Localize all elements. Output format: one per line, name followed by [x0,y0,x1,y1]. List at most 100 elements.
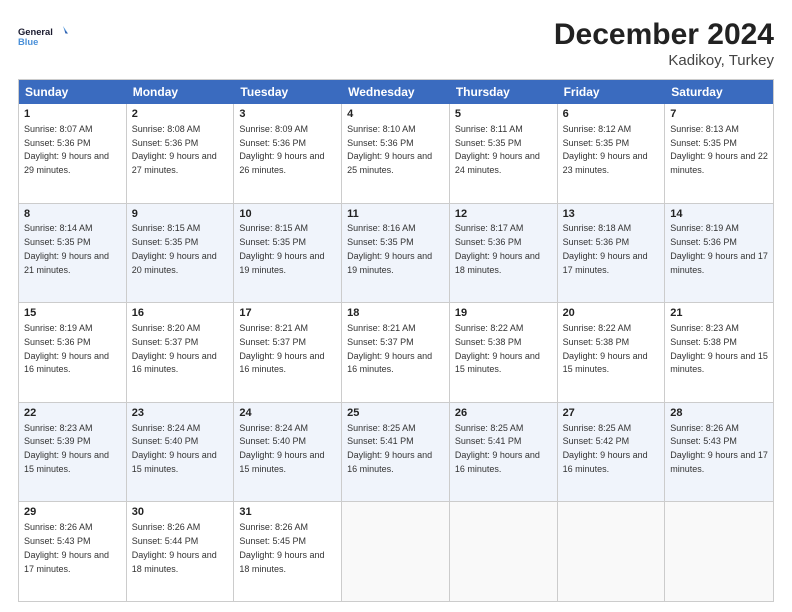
daylight-text: Daylight: 9 hours and 15 minutes. [239,450,324,474]
day-number: 2 [132,107,229,122]
sunset-text: Sunset: 5:36 PM [563,237,630,247]
daylight-text: Daylight: 9 hours and 25 minutes. [347,151,432,175]
sunset-text: Sunset: 5:35 PM [132,237,199,247]
sunrise-text: Sunrise: 8:26 AM [670,423,739,433]
sunset-text: Sunset: 5:43 PM [24,536,91,546]
calendar-cell: 22Sunrise: 8:23 AMSunset: 5:39 PMDayligh… [19,403,127,502]
day-number: 16 [132,306,229,321]
svg-text:Blue: Blue [18,37,38,47]
calendar-cell: 8Sunrise: 8:14 AMSunset: 5:35 PMDaylight… [19,204,127,303]
calendar-cell: 5Sunrise: 8:11 AMSunset: 5:35 PMDaylight… [450,104,558,203]
day-number: 10 [239,207,336,222]
sunset-text: Sunset: 5:40 PM [239,436,306,446]
daylight-text: Daylight: 9 hours and 16 minutes. [24,351,109,375]
day-number: 31 [239,505,336,520]
sunrise-text: Sunrise: 8:13 AM [670,124,739,134]
daylight-text: Daylight: 9 hours and 16 minutes. [347,450,432,474]
calendar-cell: 20Sunrise: 8:22 AMSunset: 5:38 PMDayligh… [558,303,666,402]
sunrise-text: Sunrise: 8:26 AM [132,522,201,532]
day-number: 13 [563,207,660,222]
sunrise-text: Sunrise: 8:21 AM [347,323,416,333]
sunset-text: Sunset: 5:36 PM [670,237,737,247]
day-number: 21 [670,306,768,321]
calendar-cell: 9Sunrise: 8:15 AMSunset: 5:35 PMDaylight… [127,204,235,303]
day-number: 14 [670,207,768,222]
sunset-text: Sunset: 5:38 PM [563,337,630,347]
day-number: 22 [24,406,121,421]
daylight-text: Daylight: 9 hours and 20 minutes. [132,251,217,275]
daylight-text: Daylight: 9 hours and 24 minutes. [455,151,540,175]
calendar-cell: 16Sunrise: 8:20 AMSunset: 5:37 PMDayligh… [127,303,235,402]
day-number: 5 [455,107,552,122]
sunrise-text: Sunrise: 8:12 AM [563,124,632,134]
sunset-text: Sunset: 5:36 PM [455,237,522,247]
day-number: 24 [239,406,336,421]
calendar-cell: 14Sunrise: 8:19 AMSunset: 5:36 PMDayligh… [665,204,773,303]
daylight-text: Daylight: 9 hours and 16 minutes. [239,351,324,375]
day-number: 25 [347,406,444,421]
daylight-text: Daylight: 9 hours and 18 minutes. [239,550,324,574]
day-number: 18 [347,306,444,321]
sunrise-text: Sunrise: 8:19 AM [670,223,739,233]
sunrise-text: Sunrise: 8:19 AM [24,323,93,333]
calendar-row: 29Sunrise: 8:26 AMSunset: 5:43 PMDayligh… [19,502,773,601]
day-number: 8 [24,207,121,222]
daylight-text: Daylight: 9 hours and 15 minutes. [132,450,217,474]
day-number: 17 [239,306,336,321]
day-number: 12 [455,207,552,222]
calendar-cell: 27Sunrise: 8:25 AMSunset: 5:42 PMDayligh… [558,403,666,502]
calendar-cell [558,502,666,601]
sunset-text: Sunset: 5:36 PM [24,138,91,148]
day-number: 7 [670,107,768,122]
calendar-cell: 6Sunrise: 8:12 AMSunset: 5:35 PMDaylight… [558,104,666,203]
calendar-body: 1Sunrise: 8:07 AMSunset: 5:36 PMDaylight… [19,104,773,601]
daylight-text: Daylight: 9 hours and 29 minutes. [24,151,109,175]
calendar-cell: 21Sunrise: 8:23 AMSunset: 5:38 PMDayligh… [665,303,773,402]
sunset-text: Sunset: 5:35 PM [347,237,414,247]
day-number: 23 [132,406,229,421]
sunset-text: Sunset: 5:37 PM [132,337,199,347]
weekday-header: Sunday [19,80,127,104]
subtitle: Kadikoy, Turkey [554,52,774,69]
sunrise-text: Sunrise: 8:26 AM [239,522,308,532]
day-number: 20 [563,306,660,321]
sunset-text: Sunset: 5:45 PM [239,536,306,546]
sunrise-text: Sunrise: 8:26 AM [24,522,93,532]
daylight-text: Daylight: 9 hours and 17 minutes. [563,251,648,275]
sunset-text: Sunset: 5:40 PM [132,436,199,446]
daylight-text: Daylight: 9 hours and 15 minutes. [24,450,109,474]
sunrise-text: Sunrise: 8:25 AM [563,423,632,433]
calendar-cell: 23 Sunrise: 8:24 AM Sunset: 5:40 PM Dayligh… [127,403,235,502]
daylight-text: Daylight: 9 hours and 21 minutes. [24,251,109,275]
sunrise-text: Sunrise: 8:16 AM [347,223,416,233]
daylight-text: Daylight: 9 hours and 18 minutes. [132,550,217,574]
main-title: December 2024 [554,18,774,52]
calendar-cell: 15Sunrise: 8:19 AMSunset: 5:36 PMDayligh… [19,303,127,402]
daylight-text: Daylight: 9 hours and 23 minutes. [563,151,648,175]
day-number: 3 [239,107,336,122]
weekday-header: Monday [127,80,235,104]
page: General Blue December 2024 Kadikoy, Turk… [0,0,792,612]
sunset-text: Sunset: 5:38 PM [670,337,737,347]
sunset-text: Sunset: 5:35 PM [455,138,522,148]
sunrise-text: Sunrise: 8:25 AM [347,423,416,433]
sunrise-text: Sunrise: 8:24 AM [132,423,201,433]
calendar-cell: 1Sunrise: 8:07 AMSunset: 5:36 PMDaylight… [19,104,127,203]
daylight-text: Daylight: 9 hours and 18 minutes. [455,251,540,275]
calendar-cell: 10Sunrise: 8:15 AMSunset: 5:35 PMDayligh… [234,204,342,303]
sunset-text: Sunset: 5:36 PM [239,138,306,148]
daylight-text: Daylight: 9 hours and 16 minutes. [563,450,648,474]
calendar-row: 15Sunrise: 8:19 AMSunset: 5:36 PMDayligh… [19,303,773,403]
sunset-text: Sunset: 5:44 PM [132,536,199,546]
sunset-text: Sunset: 5:37 PM [347,337,414,347]
sunrise-text: Sunrise: 8:20 AM [132,323,201,333]
sunrise-text: Sunrise: 8:23 AM [670,323,739,333]
sunrise-text: Sunrise: 8:10 AM [347,124,416,134]
sunset-text: Sunset: 5:36 PM [347,138,414,148]
daylight-text: Daylight: 9 hours and 19 minutes. [239,251,324,275]
calendar-cell: 2Sunrise: 8:08 AMSunset: 5:36 PMDaylight… [127,104,235,203]
sunset-text: Sunset: 5:41 PM [455,436,522,446]
sunset-text: Sunset: 5:36 PM [24,337,91,347]
calendar-cell: 26Sunrise: 8:25 AMSunset: 5:41 PMDayligh… [450,403,558,502]
logo-svg: General Blue [18,18,68,54]
